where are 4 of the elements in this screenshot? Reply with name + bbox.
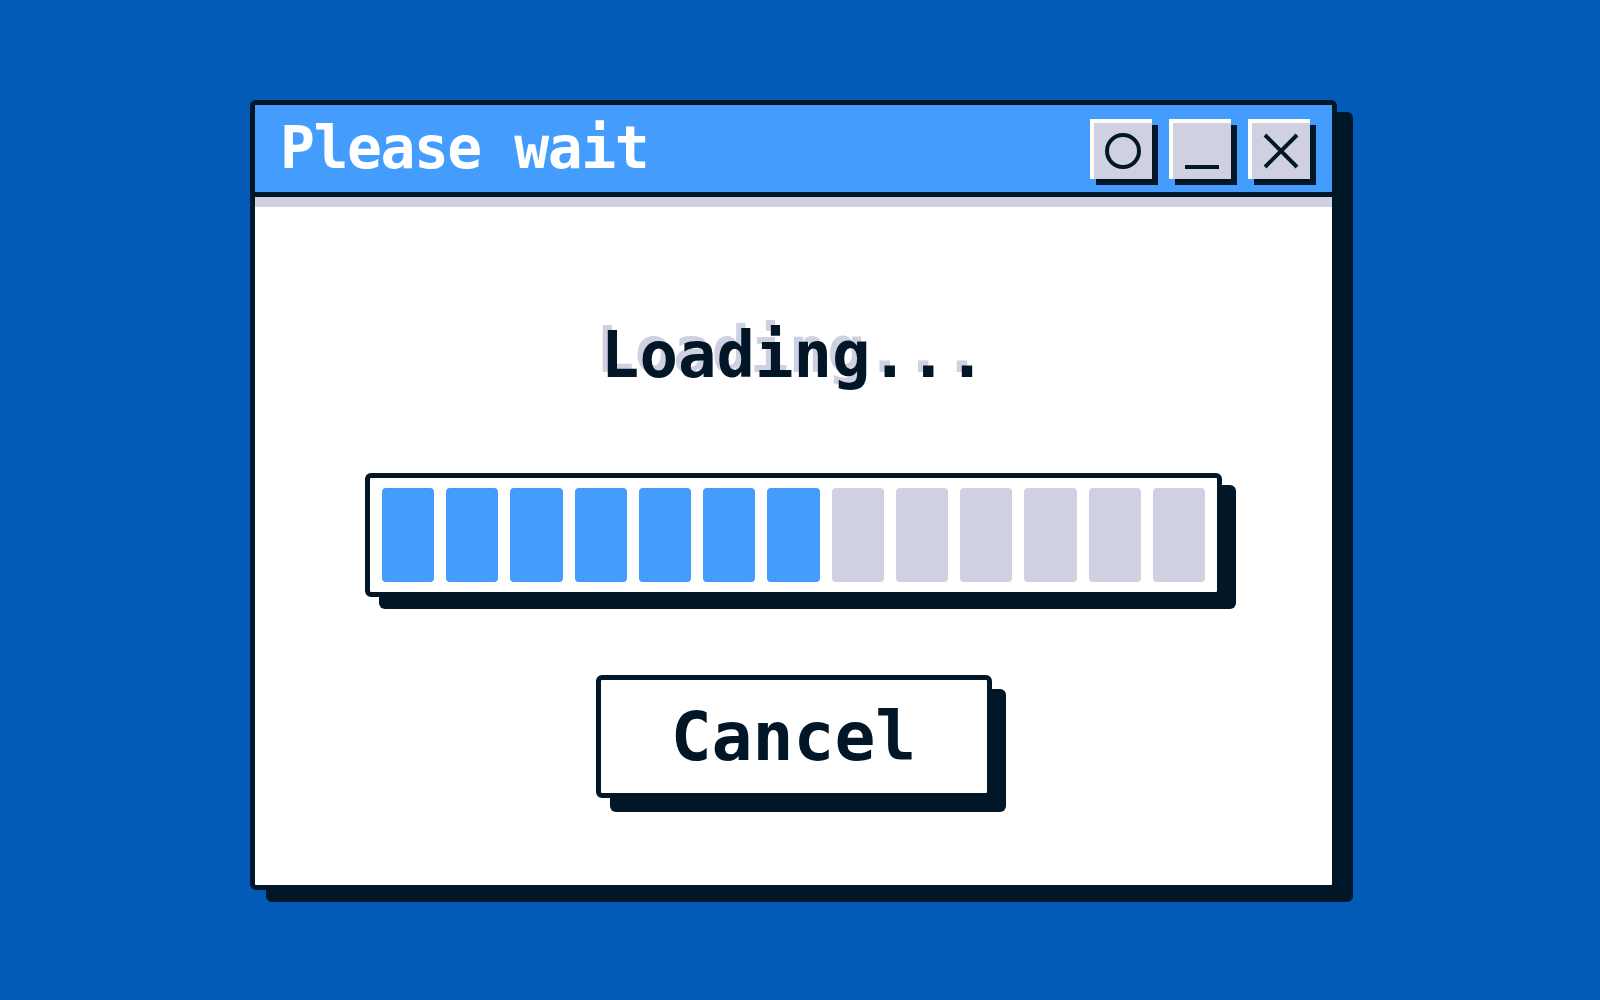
circle-icon <box>1103 130 1143 171</box>
loading-message: Loading... <box>600 317 987 394</box>
minimize-icon <box>1185 164 1219 169</box>
window-title: Please wait <box>280 113 649 184</box>
